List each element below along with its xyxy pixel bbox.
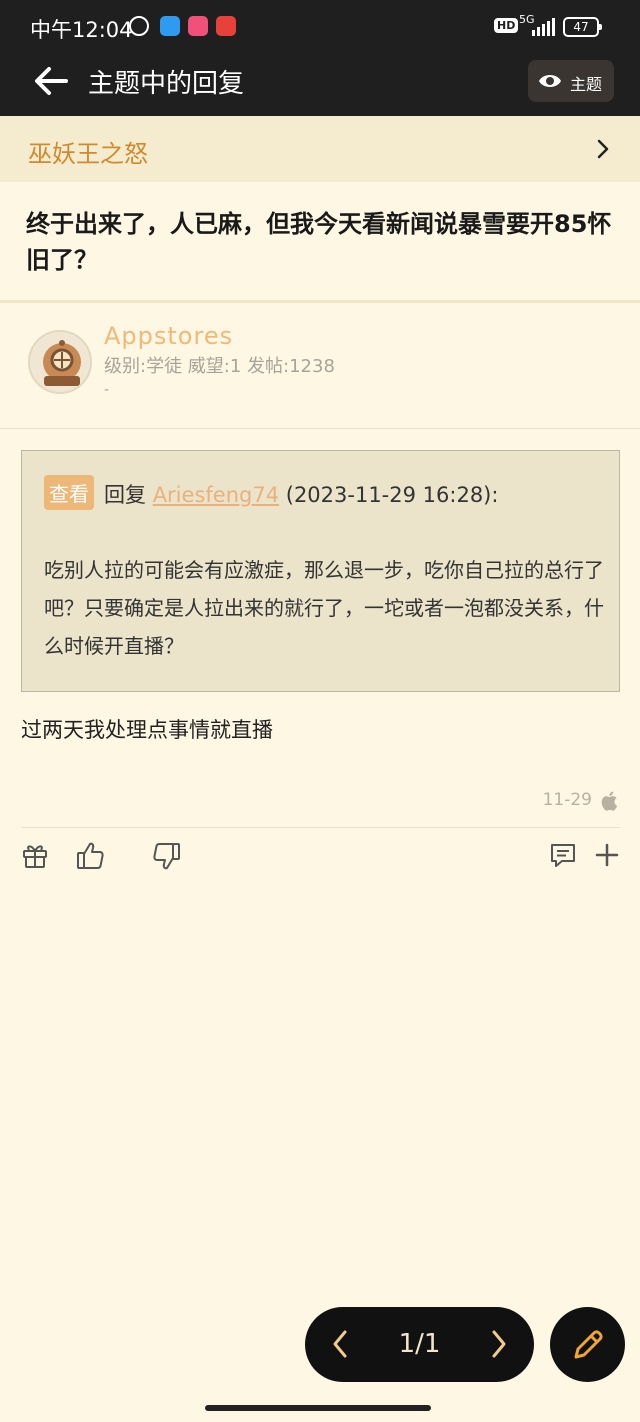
author-signature: - (104, 382, 110, 398)
forum-name: 巫妖王之怒 (28, 140, 148, 168)
divider (0, 300, 640, 303)
arrow-left-icon (35, 67, 68, 95)
quote-time: (2023-11-29 16:28): (285, 483, 499, 507)
diving-helmet-icon (30, 332, 90, 392)
view-quote-button[interactable]: 查看 (44, 475, 94, 510)
battery-icon: 47 (563, 17, 602, 37)
thumbs-up-icon (77, 842, 104, 869)
author-name[interactable]: Appstores (104, 322, 233, 350)
chevron-left-icon[interactable] (331, 1329, 349, 1359)
divider (0, 428, 640, 429)
app-notification-icon (216, 16, 236, 36)
topic-button[interactable]: 主题 (528, 60, 614, 102)
comment-icon (551, 844, 575, 867)
app-notification-icon (188, 16, 208, 36)
post-date: 11-29 (542, 790, 592, 810)
alarm-icon (129, 16, 149, 36)
like-button[interactable] (75, 840, 107, 872)
app-notification-icon (160, 16, 180, 36)
page-title: 主题中的回复 (88, 69, 245, 99)
quote-reply-prefix: 回复 (104, 483, 146, 507)
dislike-button[interactable] (150, 840, 182, 872)
home-indicator[interactable] (205, 1405, 431, 1411)
quote-header: 回复 Ariesfeng74 (2023-11-29 16:28): (104, 479, 498, 509)
comment-button[interactable] (548, 840, 580, 872)
status-time: 中午12:04 (30, 18, 133, 42)
gift-icon (23, 845, 47, 868)
forum-link[interactable]: 巫妖王之怒 (0, 116, 640, 182)
pager: 1/1 (305, 1307, 534, 1382)
back-button[interactable] (34, 66, 68, 96)
post-content: 过两天我处理点事情就直播 (21, 718, 273, 742)
quote-body: 吃别人拉的可能会有应激症，那么退一步，吃你自己拉的总行了吧？只要确定是人拉出来的… (44, 558, 604, 658)
chevron-right-icon (597, 139, 609, 159)
top-bar: 中午12:04 HD 5G 47 主题中的回复 主题 (0, 0, 640, 116)
status-bar: 中午12:04 HD 5G 47 (0, 0, 640, 56)
chevron-right-icon[interactable] (490, 1329, 508, 1359)
apple-icon (601, 791, 618, 811)
signal-icon (532, 18, 556, 36)
thumbs-down-icon (153, 843, 180, 870)
plus-icon (595, 843, 619, 867)
quote-user-link[interactable]: Ariesfeng74 (153, 483, 279, 507)
quote-block: 查看 回复 Ariesfeng74 (2023-11-29 16:28): 吃别… (21, 450, 620, 692)
eye-icon (539, 75, 561, 87)
divider (21, 827, 620, 828)
pencil-icon (574, 1330, 603, 1359)
topic-button-label: 主题 (570, 75, 603, 94)
avatar[interactable] (28, 330, 92, 394)
edit-button[interactable] (550, 1307, 625, 1382)
add-button[interactable] (592, 840, 624, 872)
hd-badge: HD (494, 18, 519, 33)
thread-title: 终于出来了，人已麻，但我今天看新闻说暴雪要开85怀旧了？ (26, 210, 612, 274)
gift-button[interactable] (20, 840, 52, 872)
author-meta: 级别:学徒 威望:1 发帖:1238 (104, 356, 335, 377)
